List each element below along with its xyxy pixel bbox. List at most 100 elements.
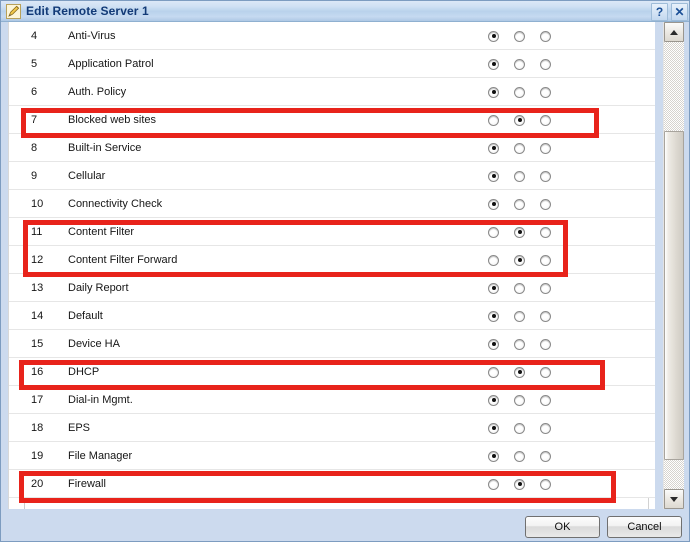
- table-row[interactable]: 17 Dial-in Mgmt.: [9, 386, 655, 414]
- radio-option-1[interactable]: [488, 422, 499, 434]
- radio-option-3[interactable]: [540, 86, 551, 98]
- row-label: Blocked web sites: [68, 113, 157, 126]
- radio-option-2[interactable]: [514, 338, 525, 350]
- row-label: Firewall: [68, 477, 106, 490]
- radio-option-1[interactable]: [488, 30, 499, 42]
- scrollbar-thumb[interactable]: [664, 131, 684, 460]
- radio-option-2[interactable]: [514, 422, 525, 434]
- radio-option-1[interactable]: [488, 254, 499, 266]
- dialog-title: Edit Remote Server 1: [26, 4, 149, 18]
- table-row[interactable]: 15 Device HA: [9, 330, 655, 358]
- table-row[interactable]: 5 Application Patrol: [9, 50, 655, 78]
- radio-option-2[interactable]: [514, 170, 525, 182]
- radio-option-3[interactable]: [540, 170, 551, 182]
- radio-option-3[interactable]: [540, 114, 551, 126]
- row-radio-group: [488, 218, 578, 246]
- scroll-down-button[interactable]: [664, 489, 684, 509]
- radio-option-1[interactable]: [488, 282, 499, 294]
- radio-option-1[interactable]: [488, 450, 499, 462]
- row-index: 17: [31, 393, 44, 406]
- row-index: 18: [31, 421, 44, 434]
- row-index: 15: [31, 337, 44, 350]
- radio-option-2[interactable]: [514, 366, 525, 378]
- radio-option-3[interactable]: [540, 394, 551, 406]
- radio-option-3[interactable]: [540, 450, 551, 462]
- radio-option-2[interactable]: [514, 254, 525, 266]
- row-index: 14: [31, 309, 44, 322]
- table-row[interactable]: 19 File Manager: [9, 442, 655, 470]
- radio-option-1[interactable]: [488, 114, 499, 126]
- radio-option-3[interactable]: [540, 282, 551, 294]
- table-row[interactable]: 11 Content Filter: [9, 218, 655, 246]
- table-row[interactable]: 14 Default: [9, 302, 655, 330]
- radio-option-3[interactable]: [540, 422, 551, 434]
- table-row[interactable]: 18 EPS: [9, 414, 655, 442]
- radio-option-2[interactable]: [514, 30, 525, 42]
- row-label: Connectivity Check: [68, 197, 163, 210]
- row-label: Dial-in Mgmt.: [68, 393, 133, 406]
- radio-option-1[interactable]: [488, 170, 499, 182]
- radio-option-2[interactable]: [514, 58, 525, 70]
- scroll-up-button[interactable]: [664, 22, 684, 42]
- radio-option-3[interactable]: [540, 142, 551, 154]
- row-index: 19: [31, 449, 44, 462]
- radio-option-3[interactable]: [540, 366, 551, 378]
- radio-option-2[interactable]: [514, 282, 525, 294]
- table-row[interactable]: 13 Daily Report: [9, 274, 655, 302]
- close-button[interactable]: ✕: [671, 3, 688, 21]
- row-index: 13: [31, 281, 44, 294]
- radio-option-2[interactable]: [514, 86, 525, 98]
- radio-option-2[interactable]: [514, 450, 525, 462]
- table-row[interactable]: 8 Built-in Service: [9, 134, 655, 162]
- table-row[interactable]: 6 Auth. Policy: [9, 78, 655, 106]
- row-label: Anti-Virus: [68, 29, 116, 42]
- table-row[interactable]: 4 Anti-Virus: [9, 22, 655, 50]
- row-label: Default: [68, 309, 103, 322]
- row-radio-group: [488, 358, 578, 386]
- vertical-scrollbar[interactable]: [663, 22, 684, 509]
- table-row[interactable]: 7 Blocked web sites: [9, 106, 655, 134]
- table-row[interactable]: 16 DHCP: [9, 358, 655, 386]
- radio-option-1[interactable]: [488, 338, 499, 350]
- table-row[interactable]: 10 Connectivity Check: [9, 190, 655, 218]
- radio-option-3[interactable]: [540, 338, 551, 350]
- radio-option-2[interactable]: [514, 310, 525, 322]
- radio-option-1[interactable]: [488, 86, 499, 98]
- radio-option-1[interactable]: [488, 142, 499, 154]
- row-index: 5: [31, 57, 38, 70]
- row-label: DHCP: [68, 365, 100, 378]
- radio-option-3[interactable]: [540, 310, 551, 322]
- cancel-button[interactable]: Cancel: [607, 516, 682, 538]
- radio-option-1[interactable]: [488, 226, 499, 238]
- radio-option-1[interactable]: [488, 478, 499, 490]
- row-index: 6: [31, 85, 38, 98]
- radio-option-3[interactable]: [540, 478, 551, 490]
- radio-option-1[interactable]: [488, 394, 499, 406]
- radio-option-1[interactable]: [488, 310, 499, 322]
- radio-option-2[interactable]: [514, 114, 525, 126]
- radio-option-2[interactable]: [514, 394, 525, 406]
- radio-option-3[interactable]: [540, 30, 551, 42]
- radio-option-3[interactable]: [540, 254, 551, 266]
- row-index: 4: [31, 29, 38, 42]
- radio-option-3[interactable]: [540, 58, 551, 70]
- row-index: 7: [31, 113, 38, 126]
- radio-option-3[interactable]: [540, 198, 551, 210]
- radio-option-3[interactable]: [540, 226, 551, 238]
- radio-option-1[interactable]: [488, 58, 499, 70]
- row-label: Device HA: [68, 337, 120, 350]
- ok-button[interactable]: OK: [525, 516, 600, 538]
- radio-option-1[interactable]: [488, 198, 499, 210]
- row-radio-group: [488, 78, 578, 106]
- radio-option-2[interactable]: [514, 198, 525, 210]
- radio-option-2[interactable]: [514, 142, 525, 154]
- row-label: Cellular: [68, 169, 106, 182]
- radio-option-1[interactable]: [488, 366, 499, 378]
- table-row[interactable]: 20 Firewall: [9, 470, 655, 498]
- radio-option-2[interactable]: [514, 478, 525, 490]
- help-button[interactable]: ?: [651, 3, 668, 21]
- table-row[interactable]: 12 Content Filter Forward: [9, 246, 655, 274]
- table-row[interactable]: 9 Cellular: [9, 162, 655, 190]
- radio-option-2[interactable]: [514, 226, 525, 238]
- service-list-rows: 4 Anti-Virus 5 Application Patrol 6 Auth. Pol…: [9, 22, 655, 498]
